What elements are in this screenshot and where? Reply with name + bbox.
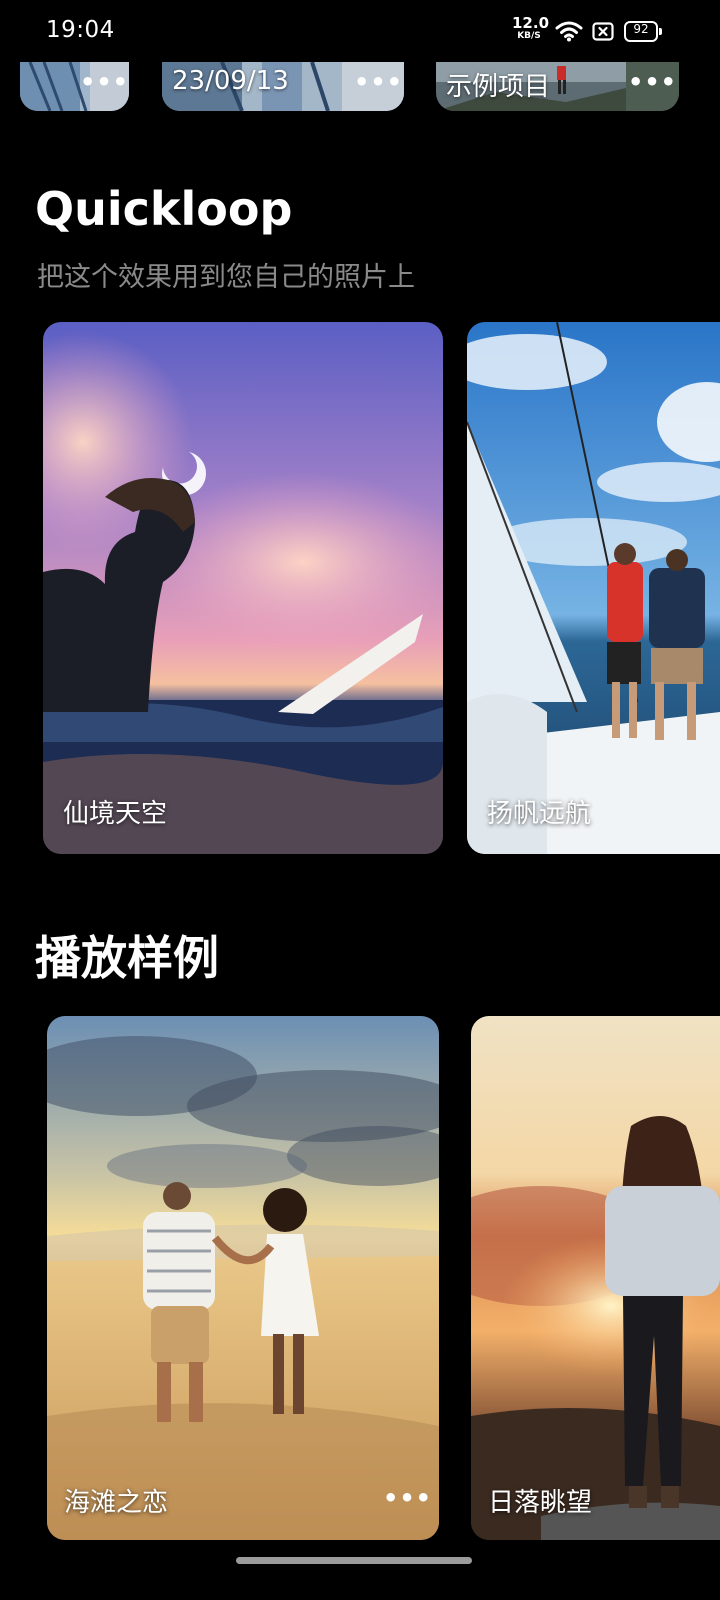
project-card[interactable]: 23/09/13 ••• — [162, 62, 404, 111]
more-button[interactable]: ••• — [354, 70, 403, 94]
card-label: 扬帆远航 — [487, 799, 592, 829]
screen: 19:04 12.0 KB/S 92 ••• 23/09/13 ••• 示例项目… — [0, 0, 720, 1600]
samples-title: 播放样例 — [35, 931, 219, 985]
more-button[interactable]: ••• — [628, 70, 677, 94]
sample-card-beach-love[interactable]: 海滩之恋 ••• — [47, 1016, 439, 1540]
sample-card-sunset-view[interactable]: 日落眺望 — [471, 1016, 720, 1540]
quickloop-card-fairyland-sky[interactable]: 仙境天空 — [43, 322, 443, 854]
card-image-beach-couple — [47, 1016, 439, 1540]
quickloop-subtitle: 把这个效果用到您自己的照片上 — [37, 262, 415, 293]
card-image-sailboat — [467, 322, 720, 854]
network-speed-value: 12.0 — [512, 14, 550, 32]
wifi-icon — [555, 21, 583, 42]
status-time: 19:04 — [46, 17, 115, 43]
sim-no-signal-icon — [592, 22, 614, 41]
more-button[interactable]: ••• — [383, 1486, 432, 1510]
quickloop-title: Quickloop — [35, 182, 293, 236]
battery-level: 92 — [633, 22, 649, 36]
quickloop-card-sailing[interactable]: 扬帆远航 — [467, 322, 720, 854]
project-label: 23/09/13 — [172, 66, 289, 96]
home-indicator[interactable] — [236, 1557, 472, 1564]
card-image-surfer — [43, 322, 443, 854]
network-speed: 12.0 KB/S — [512, 14, 550, 41]
card-image-sunset-woman — [471, 1016, 720, 1540]
project-card[interactable]: ••• — [20, 62, 129, 111]
network-speed-unit: KB/S — [517, 31, 541, 41]
card-label: 海滩之恋 — [64, 1488, 169, 1518]
card-label: 仙境天空 — [63, 799, 168, 829]
project-label: 示例项目 — [446, 72, 551, 102]
status-bar: 19:04 12.0 KB/S 92 — [0, 0, 720, 62]
more-button[interactable]: ••• — [80, 70, 129, 94]
battery-tip — [659, 28, 662, 35]
card-label: 日落眺望 — [488, 1488, 593, 1518]
project-card[interactable]: 示例项目 ••• — [436, 62, 679, 111]
battery-icon: 92 — [624, 21, 662, 42]
